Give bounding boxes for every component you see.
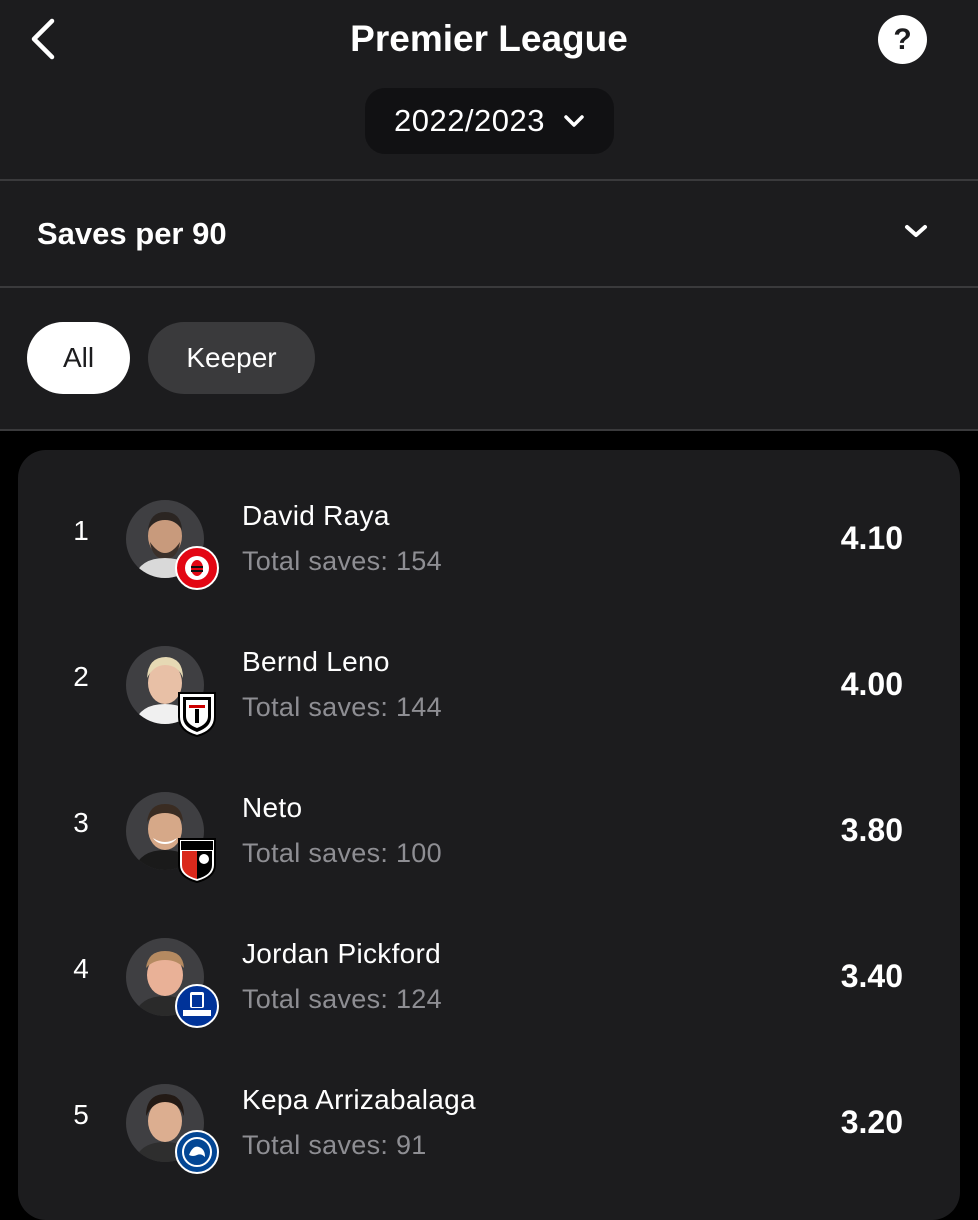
saves-per-90-value: 3.80 <box>840 812 903 848</box>
rank-number: 2 <box>73 661 89 692</box>
page-title: Premier League <box>350 18 628 59</box>
everton-crest-icon <box>175 984 219 1028</box>
rank-number: 4 <box>73 953 89 984</box>
total-saves: Total saves: 154 <box>242 546 442 576</box>
player-row[interactable]: 1 David Raya Total saves: 154 4.10 <box>18 458 960 604</box>
season-label: 2022/2023 <box>393 103 546 138</box>
stat-label: Saves per 90 <box>37 216 227 251</box>
filter-all-label: All <box>62 342 95 373</box>
season-dropdown[interactable]: 2022/2023 <box>365 88 614 154</box>
divider <box>0 179 978 181</box>
player-name: Bernd Leno <box>242 646 390 677</box>
saves-per-90-value: 4.10 <box>840 520 903 556</box>
leaderboard-card: 1 David Raya Total saves: 154 4.10 2 Ber… <box>18 450 960 1220</box>
player-name: Neto <box>242 792 303 823</box>
header-panel: Premier League ? 2022/2023 Saves per 90 … <box>0 0 978 430</box>
filter-keeper-chip[interactable]: Keeper <box>148 322 315 394</box>
question-icon: ? <box>893 22 912 56</box>
player-name: David Raya <box>242 500 390 531</box>
player-name: Kepa Arrizabalaga <box>242 1084 476 1115</box>
filter-keeper-label: Keeper <box>186 342 277 373</box>
total-saves: Total saves: 144 <box>242 692 442 722</box>
player-name: Jordan Pickford <box>242 938 442 969</box>
divider <box>0 429 978 431</box>
total-saves: Total saves: 124 <box>242 984 442 1014</box>
help-button[interactable]: ? <box>878 15 927 64</box>
saves-per-90-value: 3.40 <box>840 958 903 994</box>
brentford-crest-icon <box>175 546 219 590</box>
player-row[interactable]: 3 Neto Total saves: 100 3.80 <box>18 750 960 896</box>
chevron-down-icon <box>905 225 927 237</box>
saves-per-90-value: 3.20 <box>840 1104 903 1140</box>
fulham-crest-icon <box>178 692 216 737</box>
rank-number: 3 <box>73 807 89 838</box>
total-saves: Total saves: 100 <box>242 838 442 868</box>
rank-number: 1 <box>73 515 89 546</box>
chelsea-crest-icon <box>175 1130 219 1174</box>
player-row[interactable]: 5 Kepa Arrizabalaga Total saves: 91 3.20 <box>18 1042 960 1188</box>
rank-number: 5 <box>73 1099 89 1130</box>
player-row[interactable]: 4 Jordan Pickford Total saves: 124 3.40 <box>18 896 960 1042</box>
chevron-down-icon <box>564 115 584 127</box>
divider <box>0 286 978 288</box>
saves-per-90-value: 4.00 <box>840 666 903 702</box>
total-saves: Total saves: 91 <box>242 1130 427 1160</box>
bournemouth-crest-icon <box>178 838 216 883</box>
stat-selector[interactable]: Saves per 90 <box>0 182 978 286</box>
player-row[interactable]: 2 Bernd Leno Total saves: 144 4.00 <box>18 604 960 750</box>
filter-all-chip[interactable]: All <box>27 322 130 394</box>
